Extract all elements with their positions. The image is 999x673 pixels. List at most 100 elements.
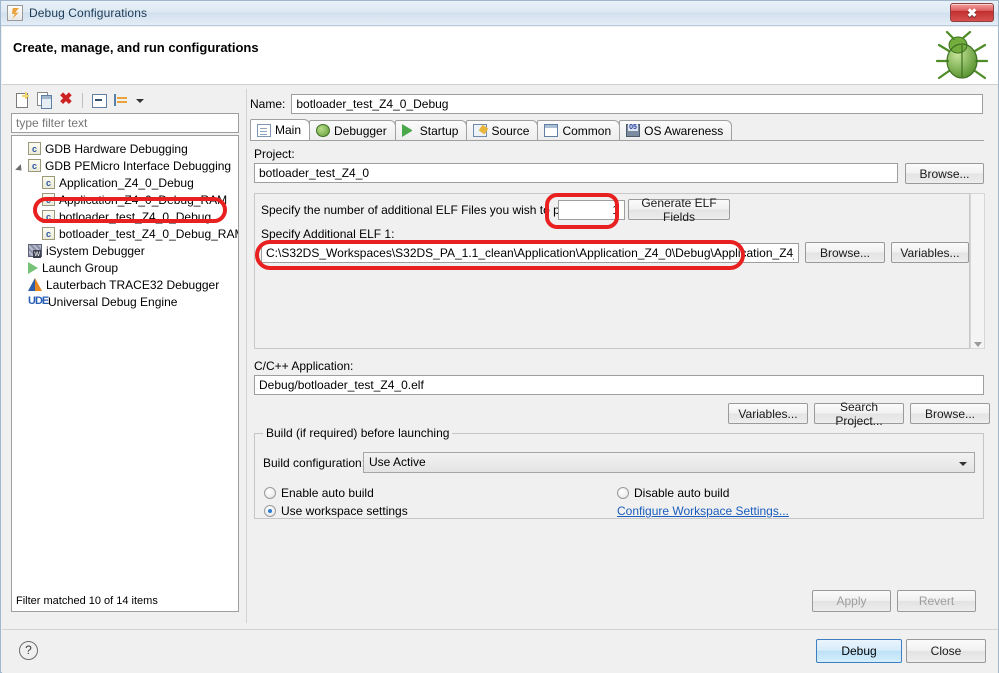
tab-startup[interactable]: Startup [394, 120, 468, 140]
tab-main[interactable]: Main [250, 119, 311, 140]
tree-item-botloader-test-z4-0-debug-ram[interactable]: c botloader_test_Z4_0_Debug_RAM [12, 225, 238, 242]
window-title: Debug Configurations [29, 6, 148, 20]
elf1-browse-button[interactable]: Browse... [805, 242, 885, 263]
radio-label: Disable auto build [634, 486, 730, 500]
os-awareness-icon [626, 124, 641, 137]
tree-toolbar: ✖ [11, 89, 241, 111]
cpp-application-label: C/C++ Application: [254, 359, 354, 373]
tab-source[interactable]: Source [466, 120, 539, 140]
duplicate-configuration-icon[interactable] [35, 91, 53, 109]
help-icon[interactable]: ? [19, 641, 38, 660]
tree-item-label: Application_Z4_0_Debug [59, 175, 194, 190]
cpp-variables-button[interactable]: Variables... [728, 403, 808, 424]
build-configuration-select[interactable]: Use Active [363, 452, 975, 473]
play-icon [401, 124, 416, 137]
tab-debugger[interactable]: Debugger [309, 120, 396, 140]
tree-item-label: Launch Group [42, 260, 119, 275]
radio-disable-auto-build[interactable]: Disable auto build [617, 486, 729, 500]
dialog-footer: ? Debug Close [2, 629, 998, 673]
debug-configurations-window: Debug Configurations ✖ Create, manage, a… [0, 0, 999, 673]
elf-files-group: Specify the number of additional ELF Fil… [254, 193, 970, 349]
elf1-variables-button[interactable]: Variables... [891, 242, 969, 263]
close-icon: ✖ [966, 5, 978, 20]
filter-input[interactable] [11, 113, 239, 133]
collapse-all-icon[interactable] [90, 91, 108, 109]
tree-item-label: botloader_test_Z4_0_Debug_RAM [59, 226, 239, 241]
config-name-input[interactable] [291, 94, 984, 114]
window-close-button[interactable]: ✖ [950, 3, 994, 22]
debug-button-label: Debug [841, 644, 877, 658]
toolbar-dropdown-icon[interactable] [134, 91, 146, 109]
tree-item-label: Universal Debug Engine [48, 294, 178, 309]
tree-item-launch-group[interactable]: Launch Group [12, 259, 238, 276]
scroll-down-icon[interactable] [974, 342, 982, 347]
elf-group-scrollbar[interactable] [970, 193, 985, 349]
config-tabstrip: Main Debugger Startup Source Common OS Awaren… [250, 119, 984, 141]
tree-item-label: Lauterbach TRACE32 Debugger [46, 277, 220, 292]
delete-configuration-icon[interactable]: ✖ [57, 91, 75, 109]
radio-indicator [264, 487, 276, 499]
tree-item-label: Application_Z4_0_Debug_RAM [59, 192, 228, 207]
chevron-down-icon [959, 462, 967, 466]
project-browse-button[interactable]: Browse... [905, 163, 984, 184]
source-icon [473, 124, 488, 137]
tree-item-lauterbach-trace32-debugger[interactable]: Lauterbach TRACE32 Debugger [12, 276, 238, 293]
tree-item-botloader-test-z4-0-debug[interactable]: c botloader_test_Z4_0_Debug [12, 208, 238, 225]
tree-item-application-z4-0-debug[interactable]: c Application_Z4_0_Debug [12, 174, 238, 191]
radio-label: Enable auto build [281, 486, 374, 500]
cpp-search-project-button[interactable]: Search Project... [814, 400, 904, 428]
filter-launch-icon[interactable] [112, 91, 130, 109]
close-button[interactable]: Close [906, 639, 986, 663]
apply-button[interactable]: Apply [812, 590, 891, 612]
cpp-browse-button[interactable]: Browse... [910, 403, 990, 424]
configure-workspace-settings-link[interactable]: Configure Workspace Settings... [617, 504, 789, 518]
tab-common[interactable]: Common [537, 120, 621, 140]
new-configuration-icon[interactable] [13, 91, 31, 109]
filter-status-text: Filter matched 10 of 14 items [16, 595, 158, 607]
project-label: Project: [254, 147, 295, 161]
tree-item-universal-debug-engine[interactable]: UDE Universal Debug Engine [12, 293, 238, 310]
tab-label: OS Awareness [644, 123, 724, 138]
tab-label: Debugger [334, 123, 387, 138]
elf-count-input[interactable] [558, 200, 625, 220]
tab-label: Startup [419, 123, 459, 138]
tab-label: Main [275, 123, 302, 137]
config-name-label: Name: [250, 97, 286, 111]
tab-label: Common [562, 123, 612, 138]
configurations-tree[interactable]: c GDB Hardware Debugging c GDB PEMicro Inte… [11, 135, 239, 612]
c-file-icon: c [42, 227, 55, 240]
radio-enable-auto-build[interactable]: Enable auto build [264, 486, 374, 500]
tree-item-label: GDB PEMicro Interface Debugging [45, 158, 232, 173]
generate-elf-fields-button[interactable]: Generate ELF Fields [628, 196, 730, 224]
elf-count-label: Specify the number of additional ELF Fil… [261, 203, 602, 217]
tree-item-label: GDB Hardware Debugging [45, 141, 188, 156]
green-bug-icon [935, 31, 989, 80]
revert-button[interactable]: Revert [897, 590, 976, 612]
tree-item-isystem-debugger[interactable]: iSystem Debugger [12, 242, 238, 259]
page-title: Create, manage, and run configurations [13, 40, 259, 55]
configuration-editor-pane: Name: Main Debugger Startup Source Common OS … [246, 89, 991, 623]
tab-os-awareness[interactable]: OS Awareness [619, 120, 733, 140]
radio-use-workspace-settings[interactable]: Use workspace settings [264, 504, 408, 518]
elf1-label: Specify Additional ELF 1: [261, 227, 395, 241]
tree-item-application-z4-0-debug-ram[interactable]: c Application_Z4_0_Debug_RAM [12, 191, 238, 208]
elf1-path-input[interactable] [261, 243, 799, 263]
cpp-application-input[interactable] [254, 375, 984, 395]
build-configuration-value: Use Active [369, 455, 426, 469]
radio-indicator [264, 505, 276, 517]
project-input[interactable] [254, 163, 898, 183]
launch-group-icon [28, 262, 38, 274]
config-name-row: Name: [250, 94, 984, 114]
tree-item-gdb-hardware-debugging[interactable]: c GDB Hardware Debugging [12, 140, 238, 157]
expand-arrow-icon[interactable] [16, 157, 28, 174]
tree-item-gdb-pemicro-interface-debugging[interactable]: c GDB PEMicro Interface Debugging [12, 157, 238, 174]
debug-button[interactable]: Debug [816, 639, 902, 663]
